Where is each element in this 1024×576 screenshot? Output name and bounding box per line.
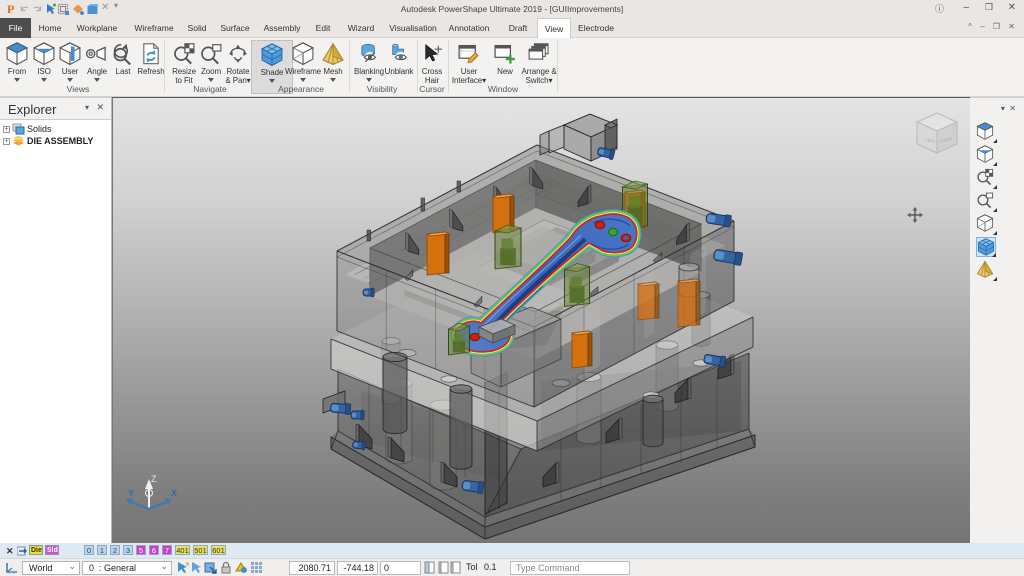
svg-text:Z: Z — [151, 474, 157, 484]
svg-text:X: X — [171, 488, 177, 498]
svg-text:Y: Y — [128, 488, 134, 498]
